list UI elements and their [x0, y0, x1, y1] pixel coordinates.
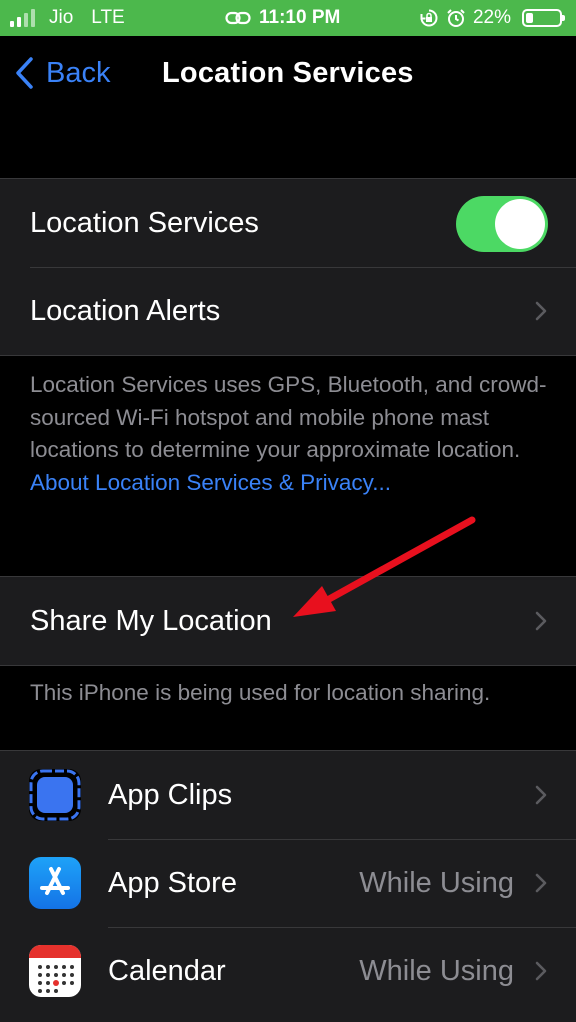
toggle-knob — [495, 199, 545, 249]
chevron-right-icon — [535, 873, 547, 893]
share-my-location-label: Share My Location — [30, 604, 272, 637]
page-title: Location Services — [162, 57, 414, 89]
app-clips-icon — [29, 769, 81, 821]
calendar-icon — [29, 945, 81, 997]
app-name: App Store — [108, 866, 237, 899]
back-button[interactable]: Back — [14, 56, 110, 90]
chevron-right-icon — [535, 785, 547, 805]
location-settings-group: Location Services Location Alerts — [0, 178, 576, 356]
app-row-app-clips[interactable]: App Clips — [0, 751, 576, 839]
status-left: Jio LTE — [10, 0, 125, 36]
location-services-description: Location Services uses GPS, Bluetooth, a… — [30, 369, 550, 499]
network-label: LTE — [91, 7, 125, 28]
status-center: 11:10 PM — [225, 0, 340, 36]
screen: Jio LTE 11:10 PM 22% Back Location Servi… — [0, 0, 576, 1022]
carrier-label: Jio — [49, 7, 74, 28]
navigation-bar: Back Location Services — [0, 36, 576, 116]
app-permission-value: While Using — [359, 866, 514, 899]
app-row-app-store[interactable]: App Store While Using — [0, 839, 576, 927]
status-time: 11:10 PM — [259, 7, 341, 28]
app-permission-value: While Using — [359, 954, 514, 987]
signal-icon — [10, 9, 35, 27]
alarm-icon — [447, 9, 465, 27]
share-location-group: Share My Location — [0, 576, 576, 666]
status-right: 22% — [419, 0, 565, 36]
app-name: App Clips — [108, 778, 233, 811]
chevron-right-icon — [535, 301, 547, 321]
share-my-location-row[interactable]: Share My Location — [0, 577, 576, 665]
location-alerts-row[interactable]: Location Alerts — [0, 267, 576, 355]
app-row-calendar[interactable]: Calendar While Using — [0, 927, 576, 1015]
battery-percent: 22% — [472, 7, 511, 28]
location-services-label: Location Services — [30, 206, 259, 239]
chevron-right-icon — [535, 611, 547, 631]
app-store-icon — [29, 857, 81, 909]
battery-icon — [522, 9, 565, 27]
share-location-footer: This iPhone is being used for location s… — [30, 680, 491, 705]
chevron-left-icon — [16, 57, 33, 89]
status-bar: Jio LTE 11:10 PM 22% — [0, 0, 576, 36]
back-label: Back — [46, 56, 111, 89]
about-location-privacy-link[interactable]: About Location Services & Privacy... — [30, 470, 391, 495]
description-text: Location Services uses GPS, Bluetooth, a… — [30, 372, 547, 462]
location-alerts-label: Location Alerts — [30, 294, 221, 327]
chevron-right-icon — [535, 961, 547, 981]
location-services-toggle[interactable] — [456, 196, 548, 252]
battery-level — [526, 13, 533, 23]
link-icon — [225, 11, 251, 25]
app-name: Calendar — [108, 954, 226, 987]
rotation-lock-icon — [420, 9, 438, 27]
location-services-row: Location Services — [0, 179, 576, 267]
apps-group: App Clips App Store While Using Calendar… — [0, 750, 576, 1022]
